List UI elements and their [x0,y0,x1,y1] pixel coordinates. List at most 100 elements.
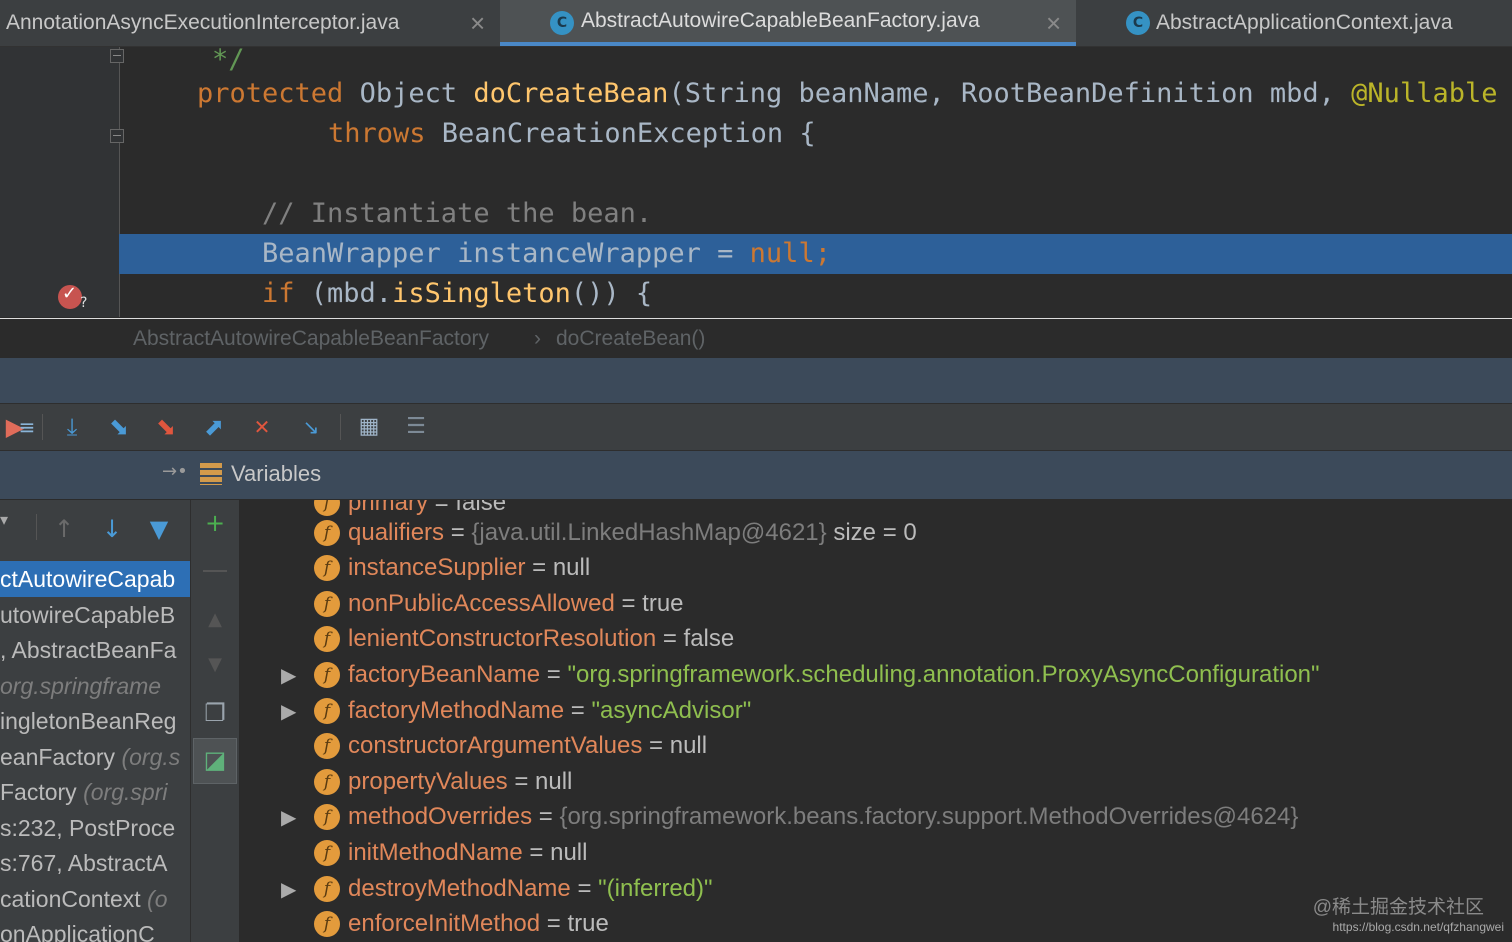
variable-value: "(inferred)" [598,875,712,902]
variables-tree[interactable]: f primary = false fqualifiers = {java.uti… [239,500,1512,942]
frame-item[interactable]: ctAutowireCapab [0,561,190,597]
frame-text: , AbstractBeanFa [0,637,176,663]
variable-row[interactable]: finitMethodName = null [239,835,1512,871]
variable-name: constructorArgumentValues [348,732,642,759]
watches-icon: ◪ [200,745,230,775]
frame-item[interactable]: s:767, AbstractA [0,845,190,881]
equals-sign: = [642,732,669,759]
code-line-method-signature: protected Object doCreateBean(String bea… [0,74,1512,114]
frame-text: eanFactory [0,744,121,770]
variable-row[interactable]: flenientConstructorResolution = false [239,621,1512,657]
variable-name: propertyValues [348,768,508,795]
expand-icon[interactable]: ▶ [281,799,296,835]
step-over-icon[interactable]: ⤓ [57,412,87,442]
evaluate-expression-icon[interactable]: ▦ [354,412,384,442]
breadcrumb: AbstractAutowireCapableBeanFactory › doC… [0,318,1512,359]
keyword: null [750,238,815,269]
trace-current-stream-icon[interactable]: ☰ [401,412,431,442]
breadcrumb-class[interactable]: AbstractAutowireCapableBeanFactory [133,319,489,359]
tab-abstract-application-context[interactable]: C AbstractApplicationContext.java [1078,0,1512,46]
variable-row[interactable]: fconstructorArgumentValues = null [239,728,1512,764]
frame-item[interactable]: ingletonBeanReg [0,703,190,739]
move-down-icon[interactable]: ▼ [200,650,230,680]
tab-label: AbstractApplicationContext.java [1156,11,1453,35]
variable-row[interactable]: finstanceSupplier = null [239,550,1512,586]
equals-sign: = [532,803,559,830]
copy-icon[interactable]: ❐ [200,698,230,728]
field-icon: f [314,500,340,516]
equals-sign: = [540,910,567,937]
variable-row[interactable]: ▶ffactoryMethodName = "asyncAdvisor" [239,693,1512,729]
breakpoint-condition-icon: ? [80,295,87,311]
code-text: (mbd. [295,278,393,309]
force-step-into-icon[interactable]: ⬊ [151,412,181,442]
variable-value: true [567,910,608,937]
variable-value: false [455,500,506,516]
variable-value: "org.springframework.scheduling.annotati… [567,661,1319,688]
frame-text: ingletonBeanReg [0,708,176,734]
frame-item[interactable]: Factory (org.spri [0,774,190,810]
step-into-icon[interactable]: ⬊ [104,412,134,442]
frame-item[interactable]: onApplicationC [0,916,190,942]
move-up-icon[interactable]: ▲ [200,605,230,635]
remove-watch-icon[interactable] [203,570,227,572]
frames-toolbar: ▾ ↑ ↓ ▼ [0,500,190,558]
code-editor[interactable]: */ protected Object doCreateBean(String … [0,47,1512,317]
class-icon: C [1126,11,1150,35]
next-frame-icon[interactable]: ↓ [97,514,127,544]
equals-sign: = [656,625,683,652]
field-icon: f [314,911,340,937]
variable-row[interactable]: fqualifiers = {java.util.LinkedHashMap@4… [239,515,1512,551]
equals-sign: = [571,875,598,902]
field-icon: f [314,769,340,795]
class-icon: C [550,11,574,35]
debug-toolbar: ▶ ≡ ⤓ ⬊ ⬊ ⬈ ✕ ↘ ▦ ☰ [0,404,1512,451]
tab-annotation-async-execution-interceptor[interactable]: AnnotationAsyncExecutionInterceptor.java… [0,0,498,46]
frame-item[interactable]: cationContext (o [0,881,190,917]
breakpoint-icon[interactable] [58,285,82,309]
expand-icon[interactable]: ▶ [281,871,296,907]
equals-sign: = [525,554,552,581]
close-icon[interactable]: × [470,8,485,39]
thread-selector-dropdown-icon[interactable]: ▾ [0,510,8,529]
frame-item[interactable]: , AbstractBeanFa [0,632,190,668]
frame-package: (org.spri [83,779,167,805]
frame-item[interactable]: eanFactory (org.s [0,739,190,775]
restore-layout-icon[interactable]: →• [162,461,188,482]
variable-value: null [670,732,707,759]
variable-value: true [642,590,683,617]
expand-icon[interactable]: ▶ [281,693,296,729]
equals-sign: = [564,697,591,724]
variable-row[interactable]: ▶ffactoryBeanName = "org.springframework… [239,657,1512,693]
breadcrumb-method[interactable]: doCreateBean() [556,319,705,359]
frame-item[interactable]: s:232, PostProce [0,810,190,846]
frame-text: onApplicationC [0,921,155,942]
frame-item[interactable]: org.springframe [0,668,190,704]
field-icon: f [314,555,340,581]
variable-row[interactable]: ▶fmethodOverrides = {org.springframework… [239,799,1512,835]
previous-frame-icon[interactable]: ↑ [49,514,79,544]
step-out-icon[interactable]: ⬈ [199,412,229,442]
execution-point-line: BeanWrapper instanceWrapper = null; [119,234,1512,274]
frame-item[interactable]: utowireCapableB [0,597,190,633]
close-icon[interactable]: × [1046,8,1061,39]
variable-name: lenientConstructorResolution [348,625,656,652]
variable-name: enforceInitMethod [348,910,540,937]
expand-icon[interactable]: ▶ [281,657,296,693]
drop-frame-icon[interactable]: ✕ [247,412,277,442]
equals-sign: = [615,590,642,617]
toolbar-separator [36,514,37,540]
tab-label: AnnotationAsyncExecutionInterceptor.java [6,11,399,35]
debug-tool-window-header [0,358,1512,404]
run-to-cursor-icon[interactable]: ↘ [296,412,326,442]
new-watch-icon[interactable]: + [200,508,230,538]
tab-abstract-autowire-capable-bean-factory[interactable]: C AbstractAutowireCapableBeanFactory.jav… [500,0,1076,46]
variable-value: {org.springframework.beans.factory.suppo… [559,803,1298,830]
variable-name: primary [348,500,428,516]
frame-text: utowireCapableB [0,602,175,628]
show-watches-toggle[interactable]: ◪ [193,738,237,784]
toolbar-separator [340,414,341,440]
filter-icon[interactable]: ▼ [144,514,174,544]
variable-row[interactable]: fpropertyValues = null [239,764,1512,800]
variable-row[interactable]: fnonPublicAccessAllowed = true [239,586,1512,622]
